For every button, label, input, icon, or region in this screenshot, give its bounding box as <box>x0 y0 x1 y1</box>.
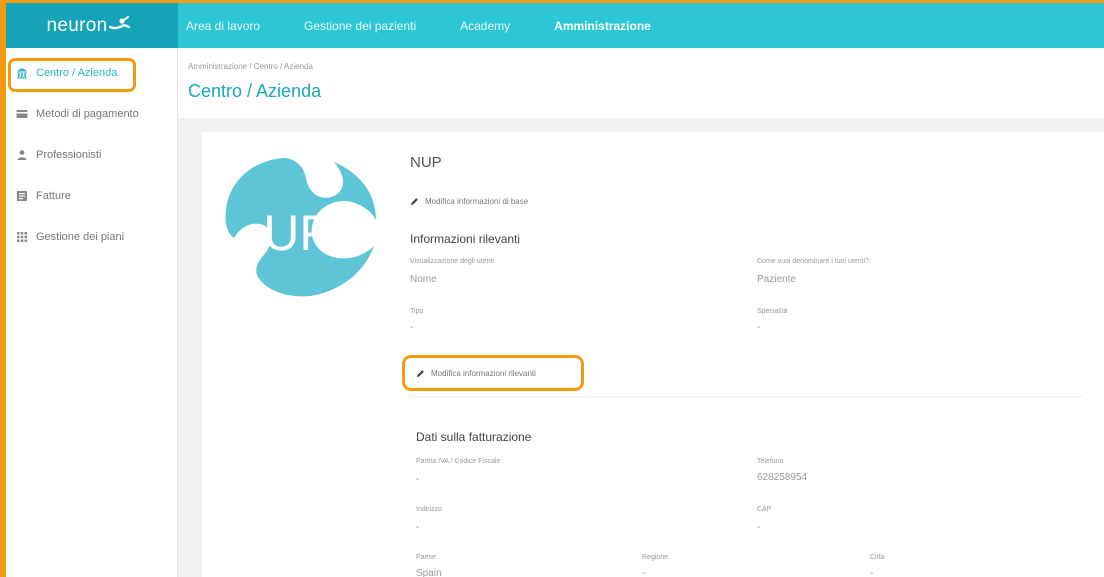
grid-icon <box>17 231 27 242</box>
highlight-edit-relevant-info <box>402 355 584 391</box>
nav-item-gestione-pazienti[interactable]: Gestione dei pazienti <box>304 19 416 33</box>
zip-label: CAP <box>757 506 772 513</box>
breadcrumb: Amministrazione / Centro / Azienda <box>188 62 313 71</box>
sidebar-item-professionisti[interactable]: Professionisti <box>6 134 177 175</box>
region-value: - <box>642 568 646 577</box>
phone-value: 628258954 <box>757 472 808 483</box>
sidebar-item-gestione-piani[interactable]: Gestione dei piani <box>6 216 177 257</box>
logo-text: neuron <box>46 14 108 36</box>
nav-item-academy[interactable]: Academy <box>460 19 510 33</box>
specialty-label: Specialità <box>757 308 788 315</box>
edit-basic-info-label: Modifica informazioni di base <box>425 197 529 206</box>
invoice-icon <box>17 190 27 201</box>
organization-logo-text: UP <box>263 205 332 261</box>
highlight-frame-left <box>0 0 6 577</box>
sidebar-item-label: Fatture <box>36 189 71 202</box>
denominate-users-label: Come vuoi denominare i tuoi utenti?: <box>757 258 872 265</box>
type-label: Tipo <box>410 308 424 315</box>
type-value: - <box>410 322 414 333</box>
user-display-value: Nome <box>410 274 437 285</box>
sidebar-item-label: Metodi di pagamento <box>36 107 139 120</box>
user-display-label: Visualizzazione degli utenti <box>410 258 494 265</box>
address-value: - <box>416 522 420 533</box>
logo-mark-icon <box>109 15 131 29</box>
organization-name: NUP <box>410 154 442 171</box>
country-value: Spain <box>416 568 442 577</box>
country-label: Paese <box>416 554 436 561</box>
sidebar-item-fatture[interactable]: Fatture <box>6 175 177 216</box>
highlight-frame-top <box>0 0 1104 3</box>
section-divider <box>410 396 1082 397</box>
denominate-users-value: Paziente <box>757 274 796 285</box>
billing-title: Dati sulla fatturazione <box>416 430 532 444</box>
content-header: Amministrazione / Centro / Azienda Centr… <box>178 48 1104 118</box>
nav-item-area-di-lavoro[interactable]: Area di lavoro <box>186 19 260 33</box>
pencil-icon <box>410 198 418 206</box>
city-value: - <box>870 568 874 577</box>
phone-label: Telefono <box>757 458 784 465</box>
organization-logo: UP <box>225 158 376 297</box>
region-label: Regione <box>642 554 669 561</box>
vat-value: - <box>416 474 420 485</box>
sidebar: Centro / Azienda Metodi di pagamento Pro… <box>6 48 178 577</box>
main-nav: Area di lavoro Gestione dei pazienti Aca… <box>178 3 1104 48</box>
sidebar-item-label: Gestione dei piani <box>36 230 125 243</box>
address-label: Indirizzo <box>416 506 443 513</box>
top-bar: neuron Area di lavoro Gestione dei pazie… <box>0 3 1104 48</box>
user-icon <box>17 149 27 160</box>
app-logo[interactable]: neuron <box>0 3 178 48</box>
center-card: UP NUP Modifica informazioni di base Inf… <box>202 132 1104 577</box>
credit-card-icon <box>16 109 28 118</box>
page-title: Centro / Azienda <box>188 81 322 101</box>
sidebar-item-label: Professionisti <box>36 148 102 161</box>
city-label: Città <box>870 554 885 561</box>
specialty-value: - <box>757 322 761 333</box>
zip-value: - <box>757 522 761 533</box>
nav-item-amministrazione[interactable]: Amministrazione <box>554 19 651 33</box>
sidebar-item-metodi-pagamento[interactable]: Metodi di pagamento <box>6 93 177 134</box>
edit-basic-info-link[interactable]: Modifica informazioni di base <box>410 197 528 206</box>
vat-label: Partita IVA / Codice Fiscale <box>416 458 501 465</box>
relevant-info-title: Informazioni rilevanti <box>410 232 521 246</box>
highlight-sidebar-centro-azienda <box>8 58 136 92</box>
